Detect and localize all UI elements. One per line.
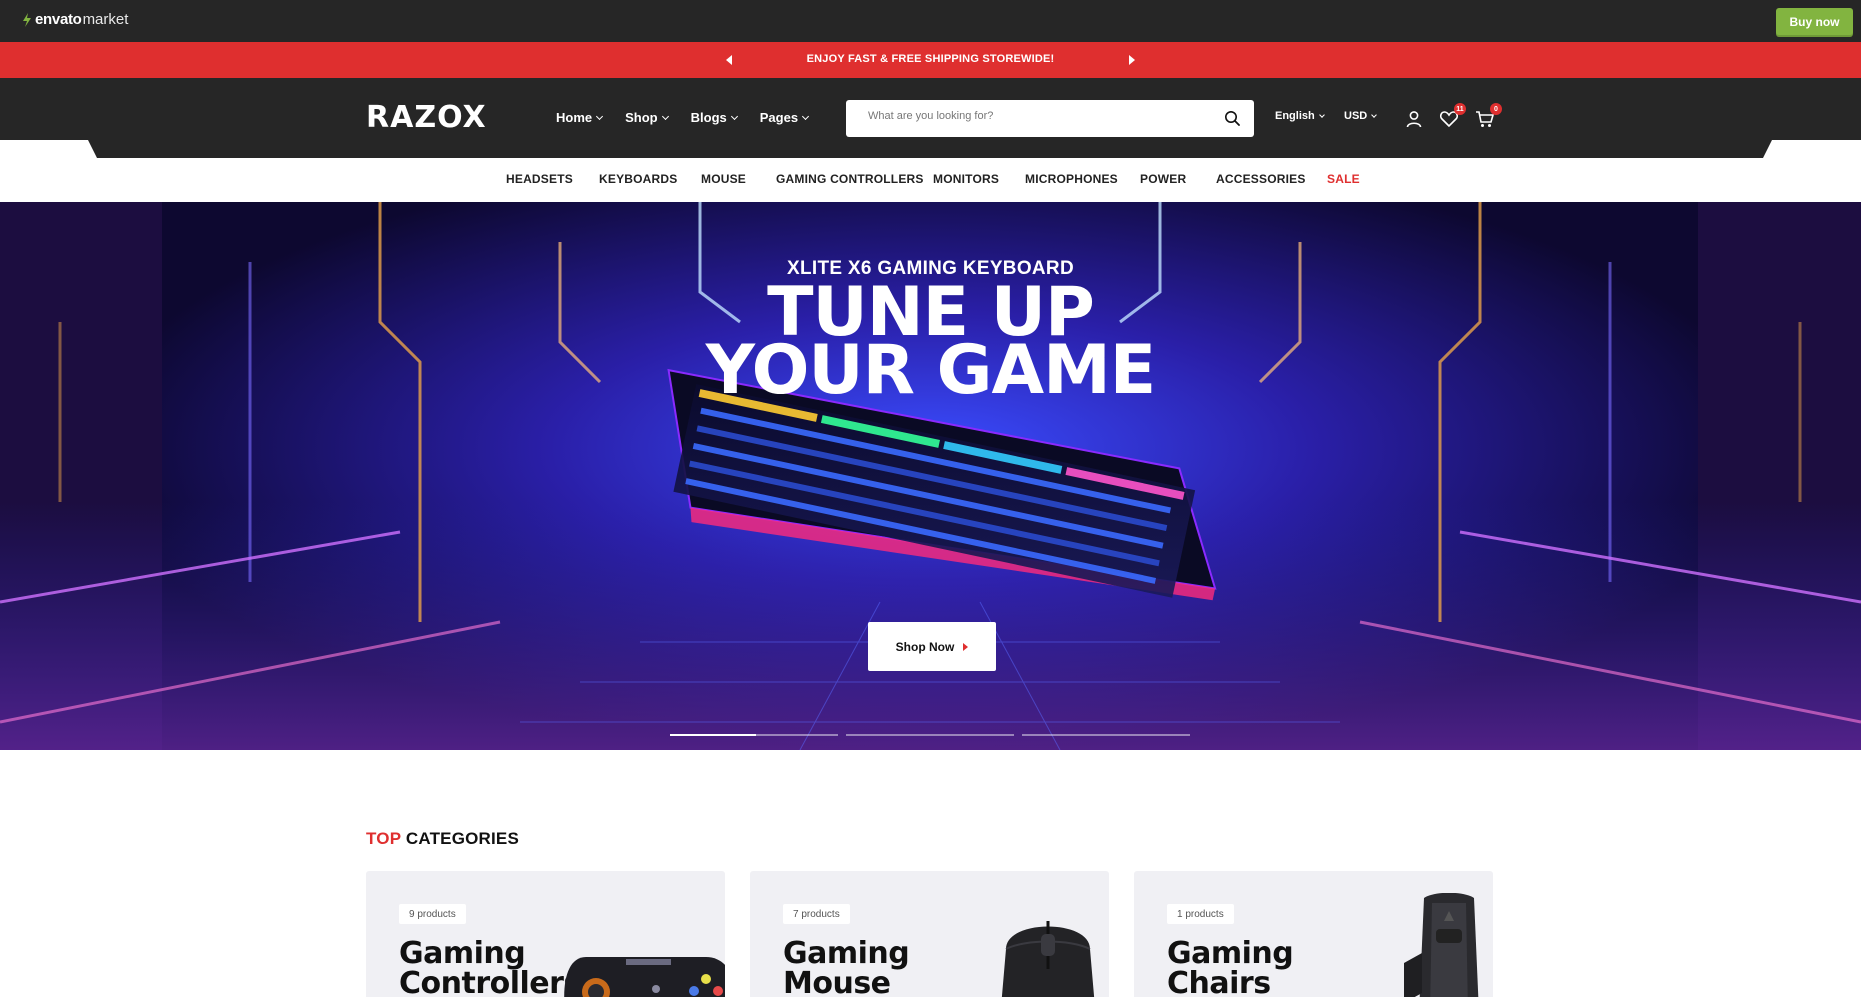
promo-next-arrow-icon[interactable] <box>1129 55 1135 65</box>
site-header: RAZOX Home Shop Blogs Pages English USD … <box>0 78 1861 158</box>
shop-now-label: Shop Now <box>895 639 955 654</box>
hero-title: TUNE UP YOUR GAME <box>0 284 1861 400</box>
wishlist-button[interactable]: 11 <box>1439 103 1466 129</box>
buy-now-button[interactable]: Buy now <box>1776 8 1853 35</box>
category-link-gaming-controllers[interactable]: GAMING CONTROLLERS <box>776 172 924 186</box>
search-box <box>846 100 1254 137</box>
category-link-microphones[interactable]: MICROPHONES <box>1025 172 1118 186</box>
nav-pages[interactable]: Pages <box>759 110 810 125</box>
category-card-gaming-mouse[interactable]: 7 products Gaming Mouse <box>750 871 1109 997</box>
nav-shop[interactable]: Shop <box>625 110 669 125</box>
hero-slider: XLITE X6 GAMING KEYBOARD TUNE UP YOUR GA… <box>0 202 1861 750</box>
product-count-badge: 7 products <box>783 904 850 924</box>
main-nav: Home Shop Blogs Pages <box>556 110 810 125</box>
wishlist-count-badge: 11 <box>1454 103 1466 115</box>
gamepad-image <box>564 957 725 997</box>
category-link-monitors[interactable]: MONITORS <box>933 172 999 186</box>
envato-logo[interactable]: envato market <box>22 11 128 28</box>
search-input[interactable] <box>868 110 1208 122</box>
currency-select[interactable]: USD <box>1344 110 1378 122</box>
search-icon[interactable] <box>1224 110 1240 126</box>
nav-pages-label: Pages <box>759 110 799 125</box>
category-name: Gaming Controllers <box>399 939 581 997</box>
category-link-mouse[interactable]: MOUSE <box>701 172 746 186</box>
heading-accent: TOP <box>366 829 401 848</box>
category-card-gaming-chairs[interactable]: 1 products Gaming Chairs <box>1134 871 1493 997</box>
chevron-down-icon <box>1318 111 1325 118</box>
language-select[interactable]: English <box>1275 110 1325 122</box>
category-name: Gaming Chairs <box>1167 936 1294 997</box>
category-nav: HEADSETS KEYBOARDS MOUSE GAMING CONTROLL… <box>0 158 1861 202</box>
category-name: Gaming Mouse <box>783 936 910 997</box>
category-link-sale[interactable]: SALE <box>1327 172 1360 186</box>
arrow-right-icon <box>963 642 969 651</box>
product-count-badge: 9 products <box>399 904 466 924</box>
category-name-line-1: Gaming <box>1167 936 1294 971</box>
envato-logo-bold: envato <box>35 11 82 28</box>
currency-value: USD <box>1344 110 1368 122</box>
chevron-down-icon <box>802 112 810 120</box>
category-link-power[interactable]: POWER <box>1140 172 1186 186</box>
nav-shop-label: Shop <box>625 110 658 125</box>
cart-count-badge: 0 <box>1490 103 1502 115</box>
header-tab-shape <box>0 140 1861 158</box>
envato-logo-light: market <box>82 11 129 28</box>
product-count-badge: 1 products <box>1167 904 1234 924</box>
chevron-down-icon <box>730 112 738 120</box>
chevron-down-icon <box>661 112 669 120</box>
razox-logo[interactable]: RAZOX <box>366 100 487 135</box>
category-card-gaming-controllers[interactable]: 9 products Gaming Controllers <box>366 871 725 997</box>
category-name-line-2: Chairs <box>1167 966 1271 997</box>
category-name-line-1: Gaming <box>783 936 910 971</box>
top-categories-heading: TOP CATEGORIES <box>366 829 519 849</box>
account-icon[interactable] <box>1404 109 1424 129</box>
category-name-line-2: Controllers <box>399 966 581 997</box>
slide-dot-3[interactable] <box>846 734 1014 736</box>
category-name-line-2: Mouse <box>783 966 891 997</box>
promo-bar: ENJOY FAST & FREE SHIPPING STOREWIDE! <box>0 42 1861 78</box>
envato-leaf-icon <box>23 12 31 27</box>
hero-subtitle: XLITE X6 GAMING KEYBOARD <box>787 258 1074 279</box>
slide-dot-1[interactable] <box>670 734 756 736</box>
language-value: English <box>1275 110 1315 122</box>
gaming-mouse-image <box>1001 921 1095 997</box>
slider-pagination <box>0 734 1861 736</box>
category-link-headsets[interactable]: HEADSETS <box>506 172 573 186</box>
heading-rest: CATEGORIES <box>405 829 520 848</box>
shop-now-button[interactable]: Shop Now <box>868 622 996 671</box>
gaming-chair-image <box>1404 893 1479 997</box>
category-name-line-1: Gaming <box>399 936 526 971</box>
slide-dot-4[interactable] <box>1022 734 1190 736</box>
category-link-accessories[interactable]: ACCESSORIES <box>1216 172 1306 186</box>
nav-home[interactable]: Home <box>556 110 604 125</box>
chevron-down-icon <box>596 112 604 120</box>
category-link-keyboards[interactable]: KEYBOARDS <box>599 172 677 186</box>
promo-text: ENJOY FAST & FREE SHIPPING STOREWIDE! <box>806 53 1055 65</box>
nav-blogs[interactable]: Blogs <box>690 110 738 125</box>
slide-dot-2[interactable] <box>756 734 838 736</box>
envato-top-bar: envato market Buy now <box>0 0 1861 42</box>
chevron-down-icon <box>1371 111 1378 118</box>
nav-home-label: Home <box>556 110 593 125</box>
hero-title-line-2: YOUR GAME <box>705 331 1156 401</box>
nav-blogs-label: Blogs <box>690 110 727 125</box>
cart-button[interactable]: 0 <box>1475 103 1502 129</box>
